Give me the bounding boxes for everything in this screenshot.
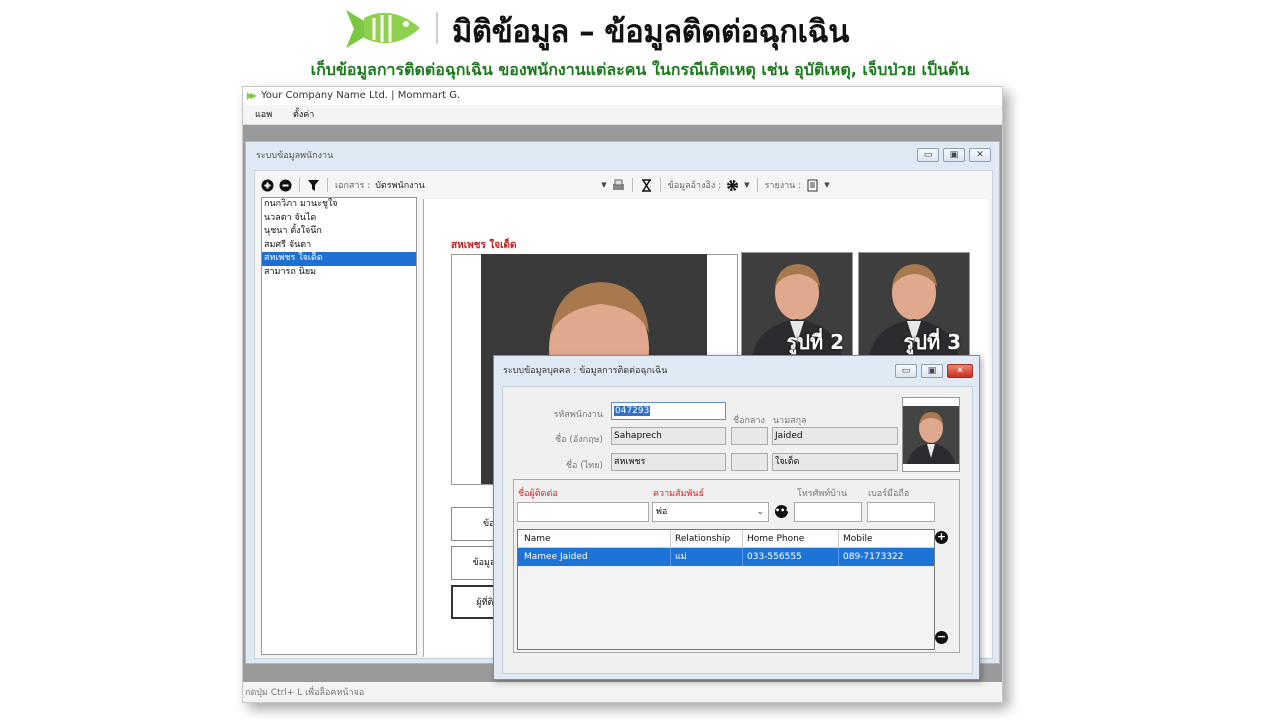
column-name[interactable]: Name (518, 530, 671, 547)
dialog-maximize-button[interactable]: ▣ (921, 364, 943, 378)
first-name-en-field[interactable]: Sahaprech (611, 427, 726, 445)
fish-logo-icon (346, 10, 420, 48)
name-th-label: ชื่อ (ไทย) (565, 461, 603, 471)
gear-dropdown-icon[interactable]: ▼ (744, 181, 749, 189)
employee-window-titlebar: ระบบข้อมูลพนักงาน ▭ ▣ ✕ (246, 142, 999, 170)
remove-icon[interactable] (279, 179, 292, 192)
column-relationship[interactable]: Relationship (671, 530, 743, 547)
print-icon[interactable] (612, 179, 625, 192)
list-item[interactable]: กนกวิภา มานะชูใจ (262, 198, 416, 212)
photo-3: รูปที่ 3 (858, 252, 970, 356)
report-icon[interactable] (806, 179, 819, 192)
toolbar-separator (659, 178, 661, 192)
chevron-down-icon: ⌄ (756, 507, 764, 517)
doc-select[interactable]: บัตรพนักงาน (375, 178, 515, 192)
dialog-body: รหัสพนักงาน 047293 ชื่อกลาง นามสกุล ชื่อ… (502, 386, 973, 674)
contact-section: ชื่อผู้ติดต่อ ความสัมพันธ์ โทรศัพท์บ้าน … (513, 479, 960, 653)
list-item[interactable]: นุชนา ตั้งใจนึก (262, 225, 416, 239)
list-item[interactable]: สามารถ นิยม (262, 266, 416, 280)
grid-header: Name Relationship Home Phone Mobile (518, 530, 934, 548)
column-mobile[interactable]: Mobile (839, 530, 934, 547)
list-item[interactable]: นวลตา จันได (262, 212, 416, 226)
page-title: มิติข้อมูล – ข้อมูลติดต่อฉุกเฉิน (452, 14, 849, 50)
list-item-selected[interactable]: สหเพชร ใจเด็ด (262, 252, 416, 266)
toolbar-separator (299, 178, 300, 192)
last-name-th-field[interactable]: ใจเด็ด (772, 453, 898, 471)
relationship-select[interactable]: พ่อ ⌄ (652, 502, 769, 522)
employee-window-title: ระบบข้อมูลพนักงาน (256, 151, 334, 161)
minimize-button[interactable]: ▭ (917, 148, 939, 162)
column-home-phone[interactable]: Home Phone (743, 530, 839, 547)
home-phone-label: โทรศัพท์บ้าน (797, 489, 848, 499)
relationship-label: ความสัมพันธ์ (653, 489, 705, 499)
app-titlebar: Your Company Name Ltd. | Mommart G. (243, 87, 1002, 105)
dialog-close-button[interactable]: ✕ (947, 364, 973, 378)
last-name-label: นามสกุล (773, 416, 807, 426)
add-contact-icon[interactable]: + (935, 531, 948, 544)
employee-code-label: รหัสพนักงาน (553, 410, 603, 420)
employee-code-field[interactable]: 047293 (611, 402, 726, 420)
report-dropdown-icon[interactable]: ▼ (824, 181, 829, 189)
dialog-minimize-button[interactable]: ▭ (895, 364, 917, 378)
cell-relationship: แม่ (671, 548, 743, 566)
status-bar: กดปุ่ม Ctrl+ L เพื่อล็อคหน้าจอ (243, 682, 1002, 702)
first-name-th-field[interactable]: สหเพชร (611, 453, 726, 471)
filter-icon[interactable] (307, 179, 320, 192)
gear-icon[interactable] (726, 179, 739, 192)
toolbar-separator (631, 178, 633, 192)
dialog-titlebar: ระบบข้อมูลบุคคล : ข้อมูลการติดต่อฉุกเฉิน… (494, 356, 979, 386)
mobile-label: เบอร์มือถือ (868, 489, 910, 499)
dialog-title: ระบบข้อมูลบุคคล : ข้อมูลการติดต่อฉุกเฉิน (503, 366, 668, 376)
contact-name-input[interactable] (517, 502, 649, 522)
employee-list: กนกวิภา มานะชูใจ นวลตา จันได นุชนา ตั้งใ… (261, 197, 417, 655)
photo-2-label: รูปที่ 2 (786, 330, 845, 354)
photo-3-label: รูปที่ 3 (903, 330, 962, 354)
hourglass-icon[interactable] (640, 178, 653, 192)
title-divider (436, 12, 438, 44)
list-item[interactable]: สมศรี จันตา (262, 239, 416, 253)
remove-contact-icon[interactable]: − (935, 631, 948, 644)
close-button[interactable]: ✕ (969, 148, 991, 162)
add-icon[interactable] (261, 179, 274, 192)
cell-mobile: 089-7173322 (843, 552, 904, 562)
cell-home-phone: 033-556555 (743, 548, 839, 566)
doc-label: เอกสาร : (335, 181, 371, 191)
photo-2: รูปที่ 2 (741, 252, 853, 356)
menubar: แอพ ตั้งค่า (243, 105, 1002, 125)
menu-app[interactable]: แอพ (255, 110, 272, 120)
mobile-input[interactable] (867, 502, 935, 522)
middle-name-th-field[interactable] (731, 453, 768, 471)
menu-settings[interactable]: ตั้งค่า (293, 110, 314, 120)
toolbar-separator (756, 178, 758, 192)
toolbar-separator (327, 178, 328, 192)
app-title: Your Company Name Ltd. | Mommart G. (261, 90, 461, 101)
toolbar: เอกสาร : บัตรพนักงาน ▼ ข้อมูลอ้างอิง : ▼… (261, 175, 987, 195)
report-label: รายงาน : (764, 181, 802, 191)
emergency-contact-dialog: ระบบข้อมูลบุคคล : ข้อมูลการติดต่อฉุกเฉิน… (493, 355, 980, 680)
maximize-button[interactable]: ▣ (943, 148, 965, 162)
middle-name-en-field[interactable] (731, 427, 768, 445)
doc-dropdown-icon[interactable]: ▼ (601, 181, 606, 189)
employee-photo-thumbnail (902, 397, 960, 472)
contact-name-label: ชื่อผู้ติดต่อ (518, 489, 558, 499)
home-phone-input[interactable] (794, 502, 862, 522)
contacts-grid: Name Relationship Home Phone Mobile Mame… (517, 529, 935, 650)
last-name-en-field[interactable]: Jaided (772, 427, 898, 445)
app-fish-icon (247, 92, 257, 100)
name-en-label: ชื่อ (อังกฤษ) (554, 435, 603, 445)
table-row[interactable]: Mamee Jaided แม่ 033-556555 089-7173322 (518, 548, 934, 566)
page-subtitle: เก็บข้อมูลการติดต่อฉุกเฉิน ของพนักงานแต่… (310, 60, 970, 79)
cell-name: Mamee Jaided (518, 548, 671, 566)
reference-label: ข้อมูลอ้างอิง : (667, 181, 722, 191)
more-options-icon[interactable]: ••• (775, 505, 790, 518)
middle-name-label: ชื่อกลาง (733, 416, 765, 426)
employee-name-heading: สหเพชร ใจเด็ด (451, 240, 517, 251)
